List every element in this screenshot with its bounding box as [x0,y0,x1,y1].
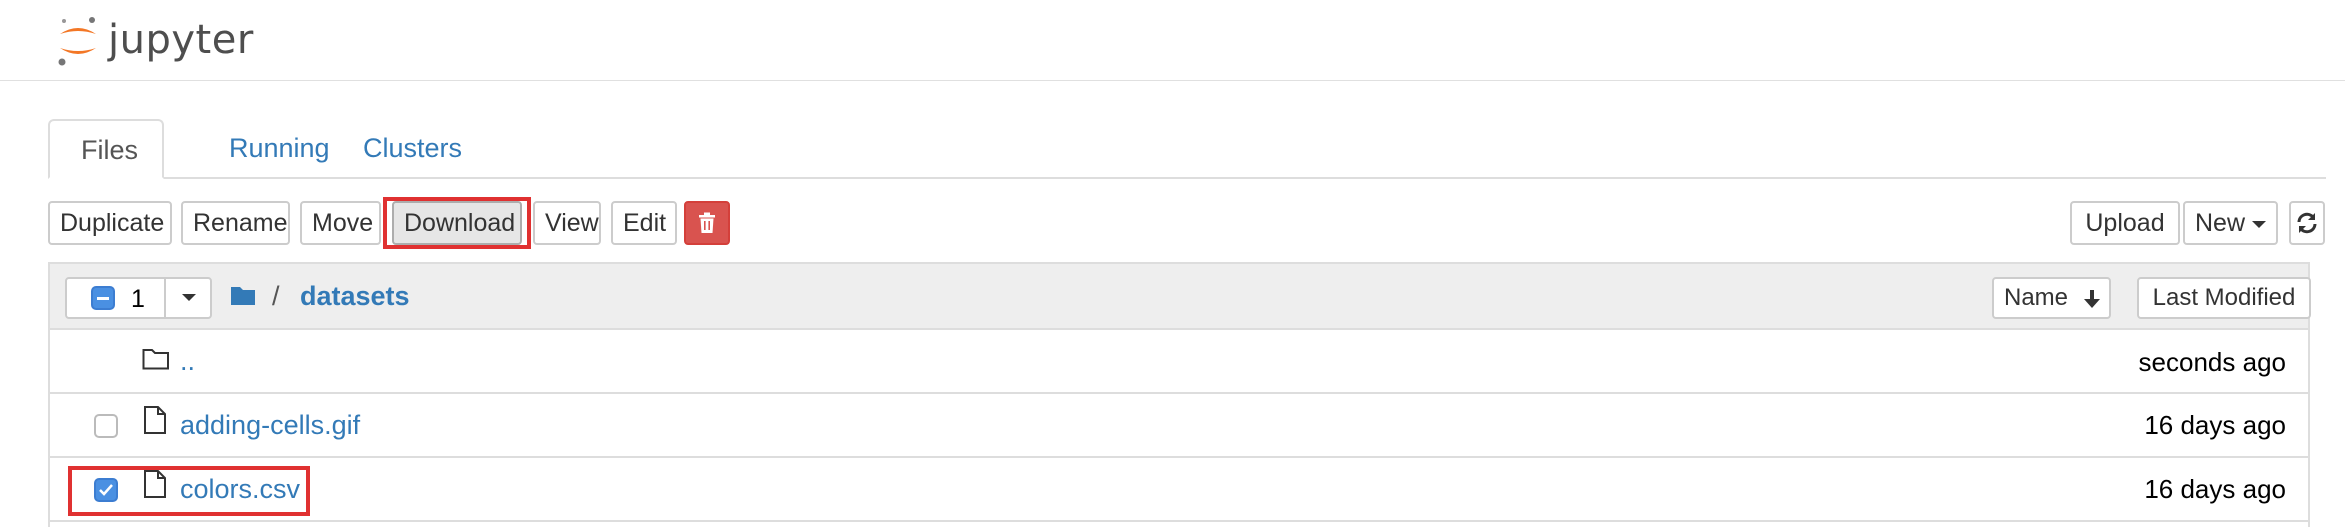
file-name-link[interactable]: .. [180,346,195,377]
folder-open-icon [142,348,170,375]
file-list-header: 1 / datasets Name Last Modified [50,264,2311,330]
folder-icon [230,284,256,311]
sort-name-label: Name [2004,284,2069,311]
delete-button[interactable] [684,201,730,245]
caret-down-icon [2252,221,2266,228]
new-dropdown-button[interactable]: New [2183,201,2278,245]
tab-clusters[interactable]: Clusters [332,119,493,177]
select-all-checkbox[interactable] [91,286,115,310]
row-checkbox[interactable] [94,414,118,438]
selected-count: 1 [131,285,145,313]
file-icon [144,406,166,439]
tab-bar: Files Running Clusters [48,119,2326,179]
jupyter-logo[interactable]: jupyter [54,12,254,68]
logo-text: jupyter [108,17,254,63]
sort-by-name-button[interactable]: Name [1992,277,2111,319]
list-item-adding-cells[interactable]: adding-cells.gif 16 days ago [50,394,2308,458]
breadcrumb-separator: / [272,281,280,311]
file-list-panel: 1 / datasets Name Last Modified .. secon… [48,262,2311,527]
duplicate-button[interactable]: Duplicate [48,201,172,245]
caret-down-icon [182,294,196,301]
refresh-icon [2297,212,2317,234]
modified-time: seconds ago [2138,347,2286,377]
list-item-colors-csv[interactable]: colors.csv 16 days ago [50,458,2308,522]
file-name-link[interactable]: adding-cells.gif [180,410,360,441]
refresh-button[interactable] [2289,201,2325,245]
view-button[interactable]: View [533,201,601,245]
edit-button[interactable]: Edit [611,201,677,245]
modified-time: 16 days ago [2144,410,2286,440]
header-bar: jupyter [0,0,2345,81]
rename-button[interactable]: Rename [181,201,290,245]
modified-time: 16 days ago [2144,474,2286,504]
move-button[interactable]: Move [300,201,381,245]
arrow-down-icon [2084,290,2100,308]
download-highlight-box [383,197,531,249]
selected-file-highlight-box [68,466,310,516]
trash-icon [699,212,715,233]
upload-button[interactable]: Upload [2070,201,2180,245]
tab-files[interactable]: Files [48,119,164,179]
select-all-dropdown[interactable]: 1 [65,277,212,319]
list-item-parent[interactable]: .. seconds ago [50,330,2308,394]
new-button-label: New [2195,209,2246,237]
select-dropdown-toggle[interactable] [164,277,214,319]
minus-icon [97,297,109,300]
jupyter-logo-icon [54,12,102,68]
sort-by-last-modified-button[interactable]: Last Modified [2137,277,2311,319]
breadcrumb-datasets[interactable]: datasets [300,281,410,312]
